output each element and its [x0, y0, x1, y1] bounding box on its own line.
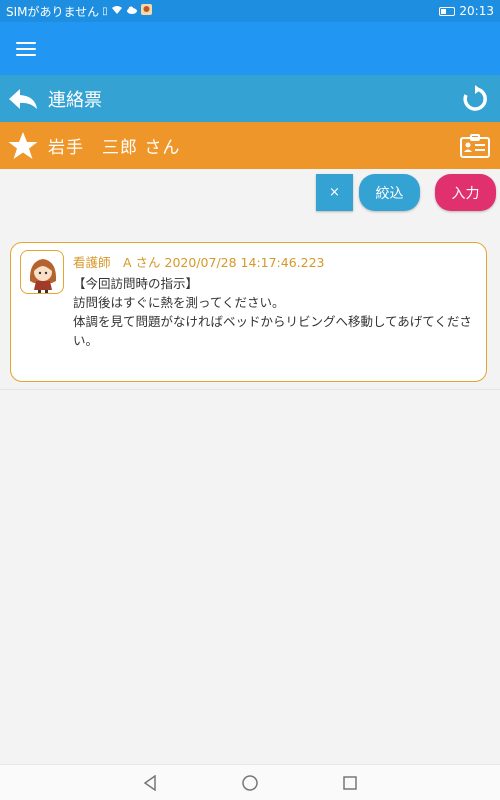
status-bar: SIMがありません ▯ 20:13: [0, 0, 500, 22]
patient-bar: 岩手 三郎 さん: [0, 122, 500, 169]
hamburger-menu-icon[interactable]: [16, 41, 36, 56]
message-header: 看護師 A さん 2020/07/28 14:17:46.223: [73, 252, 474, 271]
cloud-icon: [126, 6, 138, 17]
system-nav-bar: [0, 764, 500, 800]
carrier-text: SIMがありません: [6, 4, 100, 19]
avatar: [20, 250, 64, 294]
clock-text: 20:13: [459, 4, 494, 18]
nav-home-icon[interactable]: [240, 773, 260, 793]
filter-button[interactable]: 絞込: [359, 174, 420, 211]
battery-icon: [439, 6, 456, 16]
input-button[interactable]: 入力: [435, 174, 496, 211]
wifi-icon: [111, 5, 123, 18]
app-bar: [0, 22, 500, 75]
back-arrow-icon[interactable]: [0, 75, 46, 122]
message-body: 看護師 A さん 2020/07/28 14:17:46.223 【今回訪問時の…: [73, 252, 474, 350]
message-timestamp: 2020/07/28 14:17:46.223: [164, 255, 325, 270]
star-icon[interactable]: [0, 131, 46, 160]
refresh-icon[interactable]: [450, 75, 500, 122]
sim-icon: ▯: [102, 5, 108, 17]
clear-filter-button[interactable]: ×: [316, 174, 353, 211]
title-bar: 連絡票: [0, 75, 500, 122]
message-card[interactable]: 看護師 A さん 2020/07/28 14:17:46.223 【今回訪問時の…: [10, 242, 487, 382]
id-card-icon[interactable]: [450, 133, 500, 158]
patient-name: 岩手 三郎 さん: [48, 138, 181, 158]
divider: [0, 389, 500, 390]
nav-recents-icon[interactable]: [340, 773, 360, 793]
page-title: 連絡票: [48, 89, 102, 111]
action-bar: × 絞込 入力: [0, 174, 500, 212]
message-text: 【今回訪問時の指示】 訪問後はすぐに熱を測ってください。 体調を見て問題がなけれ…: [73, 276, 472, 348]
app-icon: [140, 4, 152, 18]
message-author: 看護師 A さん: [73, 255, 161, 270]
nav-back-icon[interactable]: [140, 773, 160, 793]
